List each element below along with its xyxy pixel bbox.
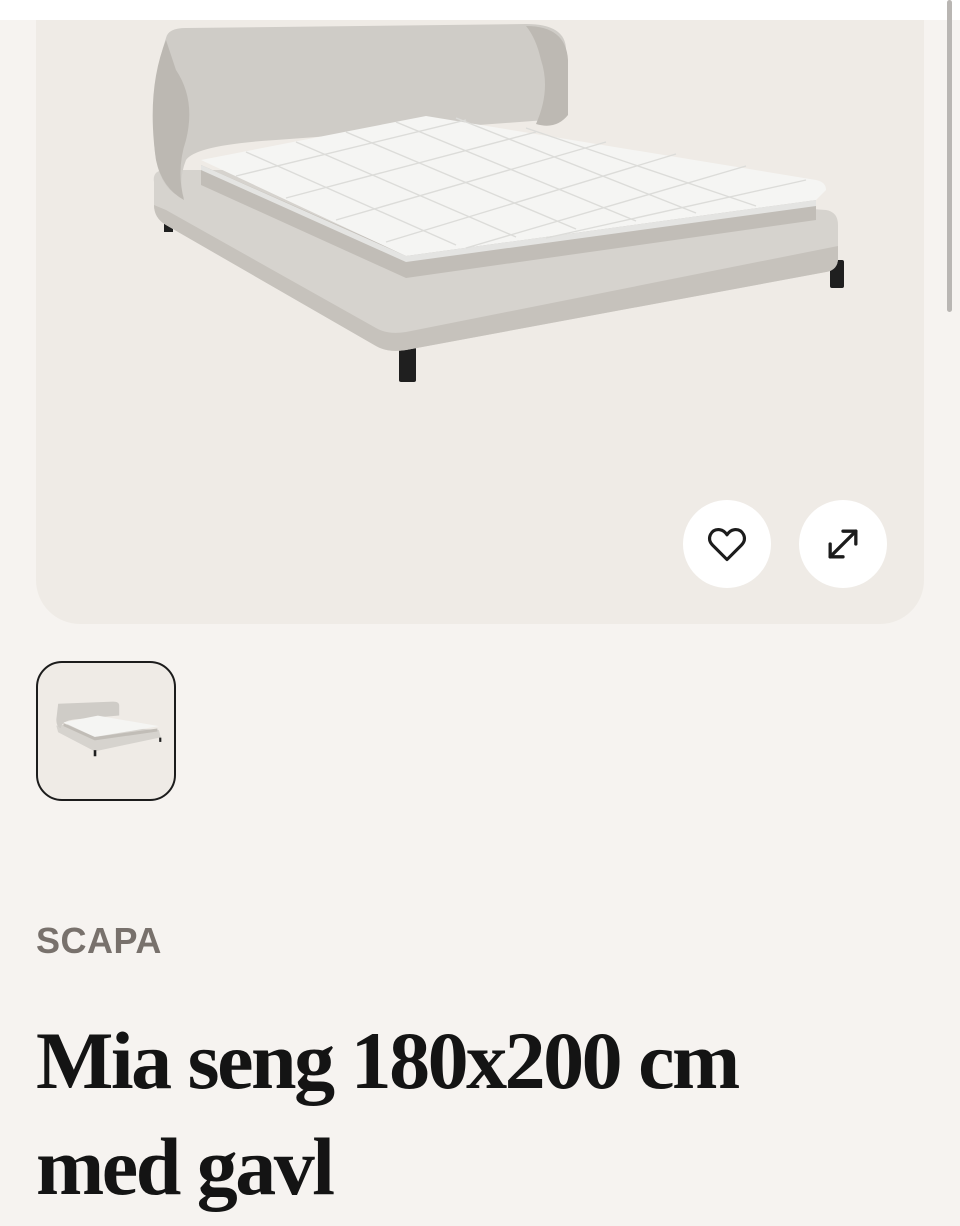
expand-button[interactable] (799, 500, 887, 588)
thumbnail-image (56, 701, 162, 757)
product-gallery[interactable] (36, 20, 924, 624)
heart-icon (707, 528, 747, 562)
thumbnail-1[interactable] (36, 661, 176, 801)
brand-name[interactable]: SCAPA (36, 920, 162, 962)
expand-icon (828, 529, 858, 559)
top-bar (0, 0, 960, 20)
scrollbar[interactable] (947, 0, 952, 312)
product-title: Mia seng 180x200 cm med gavl (36, 1015, 740, 1212)
product-image (152, 24, 844, 382)
favorite-button[interactable] (683, 500, 771, 588)
